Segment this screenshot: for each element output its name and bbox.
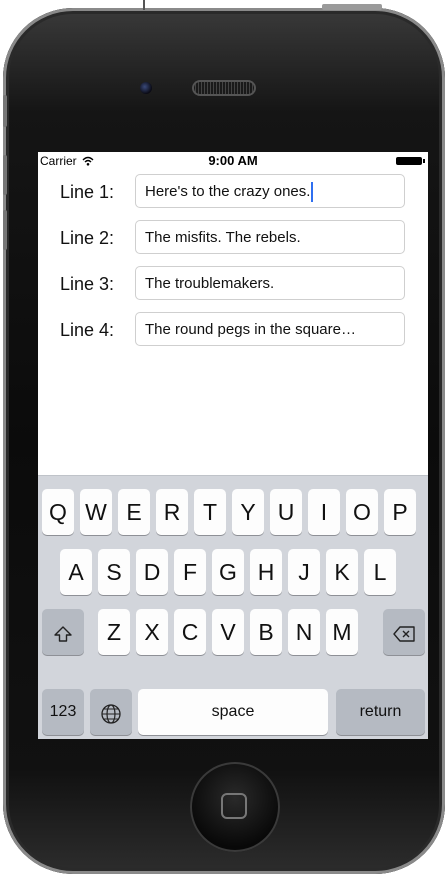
key-o[interactable]: O: [346, 489, 378, 535]
battery-icon: [396, 157, 425, 165]
key-d[interactable]: D: [136, 549, 168, 595]
top-divider: [143, 0, 145, 10]
key-y[interactable]: Y: [232, 489, 264, 535]
key-t[interactable]: T: [194, 489, 226, 535]
line-row-1: Line 1: Here's to the crazy ones.: [38, 174, 428, 210]
key-v[interactable]: V: [212, 609, 244, 655]
key-n[interactable]: N: [288, 609, 320, 655]
numbers-key[interactable]: 123: [42, 689, 84, 735]
volume-down-button: [3, 210, 7, 250]
sleep-button: [322, 4, 382, 10]
line-row-3: Line 3: The troublemakers.: [38, 266, 428, 302]
line-4-input[interactable]: The round pegs in the square…: [135, 312, 405, 346]
globe-key[interactable]: [90, 689, 132, 735]
mute-switch: [3, 95, 7, 127]
key-c[interactable]: C: [174, 609, 206, 655]
home-button-icon: [221, 793, 247, 819]
line-row-4: Line 4: The round pegs in the square…: [38, 312, 428, 348]
line-2-input[interactable]: The misfits. The rebels.: [135, 220, 405, 254]
key-l[interactable]: L: [364, 549, 396, 595]
key-k[interactable]: K: [326, 549, 358, 595]
key-x[interactable]: X: [136, 609, 168, 655]
key-g[interactable]: G: [212, 549, 244, 595]
delete-icon: [393, 626, 415, 642]
key-u[interactable]: U: [270, 489, 302, 535]
key-q[interactable]: Q: [42, 489, 74, 535]
key-s[interactable]: S: [98, 549, 130, 595]
earpiece-speaker: [192, 80, 256, 96]
key-e[interactable]: E: [118, 489, 150, 535]
key-m[interactable]: M: [326, 609, 358, 655]
line-label: Line 4:: [60, 320, 115, 340]
return-key[interactable]: return: [336, 689, 425, 735]
key-f[interactable]: F: [174, 549, 206, 595]
key-z[interactable]: Z: [98, 609, 130, 655]
line-value: The troublemakers.: [145, 275, 275, 292]
key-a[interactable]: A: [60, 549, 92, 595]
shift-icon: [54, 626, 72, 642]
keyboard: Q W E R T Y U I O P A S D F G H J K L Z …: [38, 475, 428, 739]
delete-key[interactable]: [383, 609, 425, 655]
front-camera: [140, 82, 152, 94]
clock: 9:00 AM: [208, 153, 258, 168]
line-row-2: Line 2: The misfits. The rebels.: [38, 220, 428, 256]
key-i[interactable]: I: [308, 489, 340, 535]
key-h[interactable]: H: [250, 549, 282, 595]
line-3-input[interactable]: The troublemakers.: [135, 266, 405, 300]
volume-up-button: [3, 155, 7, 195]
screen: Carrier 9:00 AM Line 1: Here's to the cr…: [38, 152, 428, 739]
space-key[interactable]: space: [138, 689, 328, 735]
key-j[interactable]: J: [288, 549, 320, 595]
text-cursor: [311, 182, 314, 203]
key-b[interactable]: B: [250, 609, 282, 655]
line-value: The misfits. The rebels.: [145, 229, 301, 246]
line-label: Line 1:: [60, 182, 115, 202]
key-w[interactable]: W: [80, 489, 112, 535]
line-label: Line 3:: [60, 274, 115, 294]
line-value: The round pegs in the square…: [145, 321, 356, 338]
key-p[interactable]: P: [384, 489, 416, 535]
line-1-input[interactable]: Here's to the crazy ones.: [135, 174, 405, 208]
home-button[interactable]: [190, 762, 280, 852]
status-bar: Carrier 9:00 AM: [38, 152, 428, 170]
shift-key[interactable]: [42, 609, 84, 655]
line-label: Line 2:: [60, 228, 115, 248]
line-value: Here's to the crazy ones.: [145, 183, 311, 200]
globe-icon: [101, 704, 121, 724]
key-r[interactable]: R: [156, 489, 188, 535]
